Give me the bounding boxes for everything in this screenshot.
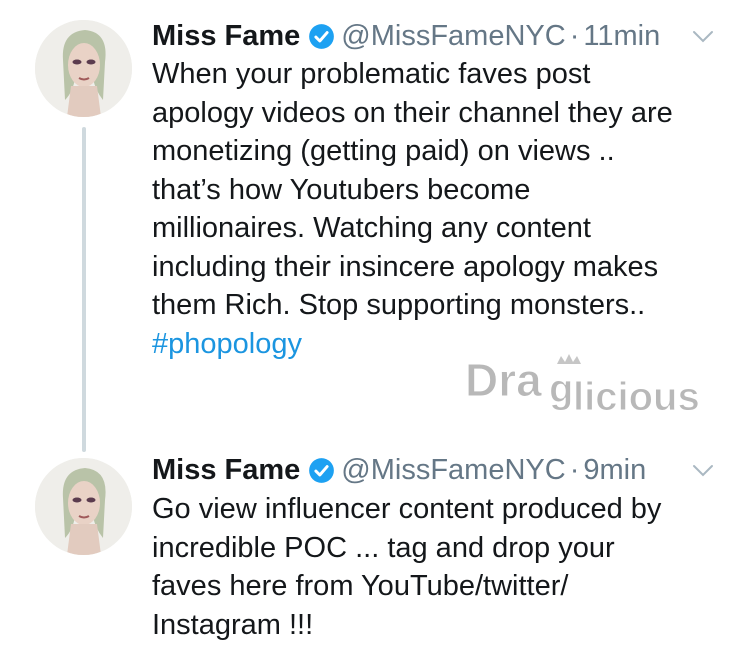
tweet-text: When your problematic faves post apology… xyxy=(152,55,727,363)
watermark-text-g: g xyxy=(549,367,573,411)
crown-icon xyxy=(557,354,581,364)
timestamp[interactable]: 9min xyxy=(583,454,646,487)
tweet-text-line: incredible POC ... tag and drop your xyxy=(152,531,615,564)
author-handle[interactable]: @MissFameNYC xyxy=(341,454,565,487)
avatar[interactable] xyxy=(35,20,132,117)
verified-badge-icon xyxy=(309,457,335,483)
tweet-text-line: including their insincere apology makes xyxy=(152,250,659,283)
tweet-text-line: Go view influencer content produced by xyxy=(152,493,662,525)
tweet-text-line: them Rich. Stop supporting monsters.. xyxy=(152,289,646,321)
tweet-text: Go view influencer content produced by i… xyxy=(152,490,727,644)
watermark-text-start: Dra xyxy=(465,354,542,406)
author-name[interactable]: Miss Fame xyxy=(152,454,300,487)
tweet-header: Miss Fame @MissFameNYC · 9min xyxy=(152,452,646,488)
avatar[interactable] xyxy=(35,458,132,555)
tweet-text-line: millionaires. Watching any content xyxy=(152,212,591,244)
tweet-text-line: apology videos on their channel they are xyxy=(152,96,673,129)
tweet-text-line: When your problematic faves post xyxy=(152,58,591,90)
chevron-down-icon[interactable] xyxy=(692,30,714,44)
author-name[interactable]: Miss Fame xyxy=(152,20,300,53)
tweet-text-line: monetizing (getting paid) on views .. xyxy=(152,135,615,167)
separator-dot: · xyxy=(569,19,580,52)
tweet-header: Miss Fame @MissFameNYC · 11min xyxy=(152,18,660,54)
watermark-text-end: licious xyxy=(573,375,700,419)
draglicious-watermark-logo: Dra g licious xyxy=(465,354,700,420)
author-handle[interactable]: @MissFameNYC xyxy=(341,20,565,53)
separator-dot: · xyxy=(569,453,580,486)
timestamp[interactable]: 11min xyxy=(583,20,660,53)
thread-connector-line xyxy=(82,127,86,452)
chevron-down-icon[interactable] xyxy=(692,464,714,478)
verified-badge-icon xyxy=(309,23,335,49)
tweet-text-line: that’s how Youtubers become xyxy=(152,173,531,206)
tweet-text-line: faves here from YouTube/twitter/ xyxy=(152,570,569,602)
tweet-text-line: Instagram !!! xyxy=(152,608,314,641)
